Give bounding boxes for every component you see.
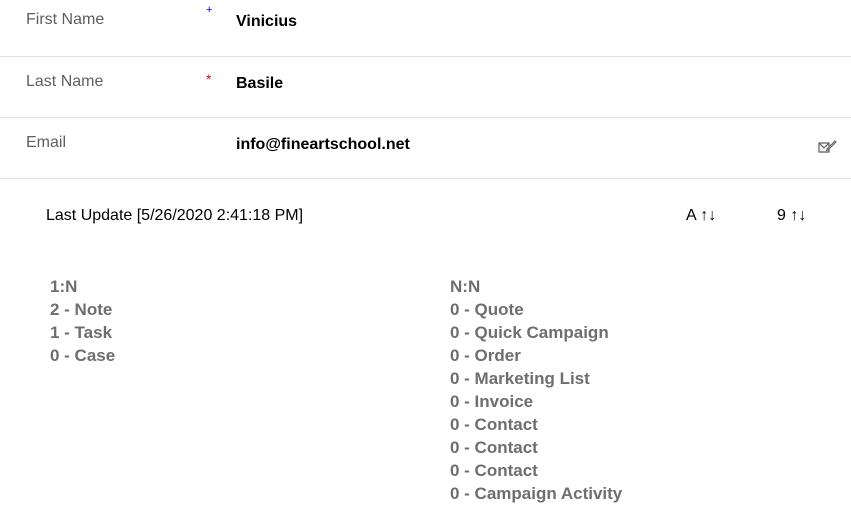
first-name-label: First Name: [26, 11, 105, 28]
list-item: 0 - Contact: [450, 415, 538, 434]
list-item: 0 - Campaign Activity: [450, 484, 623, 503]
list-item: 0 - Marketing List: [450, 369, 590, 388]
list-item: 0 - Quick Campaign: [450, 323, 609, 342]
list-item: 2 - Note: [50, 300, 113, 319]
last-name-row: Last Name * Basile: [0, 57, 851, 118]
compose-email-icon[interactable]: [817, 137, 837, 157]
sort-numeric-button[interactable]: 9 ↑↓: [777, 207, 806, 225]
list-item: 0 - Order: [450, 346, 521, 365]
list-item: 0 - Quote: [450, 300, 524, 319]
last-name-field[interactable]: Basile: [236, 75, 283, 93]
many-to-many-list: N:N 0 - Quote 0 - Quick Campaign 0 - Ord…: [450, 275, 622, 505]
first-name-row: First Name + Vinicius: [0, 0, 851, 57]
one-to-many-header: 1:N: [50, 277, 78, 296]
list-item: 1 - Task: [50, 323, 113, 342]
list-item: 0 - Contact: [450, 461, 538, 480]
required-marker: *: [206, 71, 212, 87]
many-to-many-header: N:N: [450, 277, 481, 296]
recommended-marker: +: [206, 4, 213, 16]
one-to-many-list: 1:N 2 - Note 1 - Task 0 - Case: [50, 275, 115, 367]
last-update-text: Last Update [5/26/2020 2:41:18 PM]: [46, 207, 304, 224]
email-field[interactable]: info@fineartschool.net: [236, 136, 410, 154]
first-name-field[interactable]: Vinicius: [236, 13, 297, 31]
last-name-label: Last Name: [26, 73, 104, 90]
list-item: 0 - Invoice: [450, 392, 534, 411]
sort-alphabetical-button[interactable]: A ↑↓: [686, 207, 716, 225]
list-item: 0 - Contact: [450, 438, 538, 457]
email-label: Email: [26, 134, 67, 151]
list-item: 0 - Case: [50, 346, 116, 365]
email-row: Email info@fineartschool.net: [0, 118, 851, 179]
